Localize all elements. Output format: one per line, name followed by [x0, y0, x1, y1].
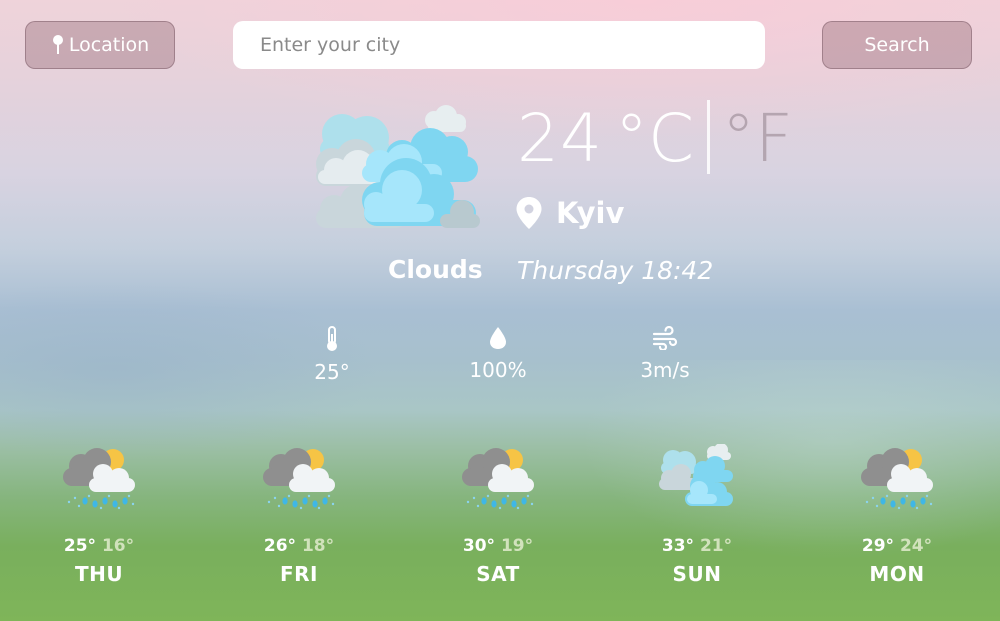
forecast-low: 16° [101, 536, 135, 556]
forecast-low: 24° [899, 536, 933, 556]
forecast-day-fri: 26° 18° FRI [244, 444, 354, 586]
search-button[interactable]: Search [822, 21, 972, 69]
forecast-temps: 33° 21° [642, 536, 752, 556]
forecast-high: 30° [462, 536, 496, 556]
forecast-high: 33° [661, 536, 695, 556]
weather-condition: Clouds [388, 255, 483, 284]
wind-value: 3m/s [640, 358, 690, 382]
unit-divider [707, 100, 710, 174]
current-datetime: Thursday 18:42 [517, 256, 714, 285]
forecast-temps: 25° 16° [44, 536, 154, 556]
forecast-low: 18° [301, 536, 335, 556]
forecast-high: 26° [263, 536, 297, 556]
location-button[interactable]: Location [25, 21, 175, 69]
forecast-day-name: MON [869, 562, 925, 586]
wind-icon [652, 326, 678, 350]
current-temperature: 24 [517, 100, 603, 177]
forecast-day-thu: 25° 16° THU [44, 444, 154, 586]
thermometer-icon [327, 326, 337, 351]
fahrenheit-toggle[interactable]: °F [722, 100, 793, 177]
celsius-toggle[interactable]: °C [615, 100, 694, 177]
forecast-temps: 30° 19° [443, 536, 553, 556]
feels-like-value: 25° [314, 360, 350, 384]
humidity-stat: 100% [443, 326, 553, 382]
forecast-day-sun: 33° 21° SUN [642, 444, 752, 586]
rain-cloud-sun-icon [462, 448, 534, 510]
wind-stat: 3m/s [610, 326, 720, 382]
forecast-day-mon: 29° 24° MON [842, 444, 952, 586]
forecast-high: 29° [861, 536, 895, 556]
pushpin-icon [52, 35, 63, 54]
humidity-value: 100% [469, 358, 527, 382]
forecast-day-name: SUN [672, 562, 722, 586]
rain-cloud-sun-icon [263, 448, 335, 510]
forecast-high: 25° [63, 536, 97, 556]
location-button-label: Location [68, 34, 150, 56]
forecast-temps: 29° 24° [842, 536, 952, 556]
forecast-low: 19° [500, 536, 534, 556]
feels-like-stat: 25° [277, 326, 387, 384]
forecast-day-name: THU [74, 562, 124, 586]
forecast-day-name: FRI [279, 562, 318, 586]
city-name: Kyiv [556, 196, 625, 230]
water-drop-icon [490, 327, 506, 349]
forecast-temps: 26° 18° [244, 536, 354, 556]
forecast-day-name: SAT [476, 562, 520, 586]
map-pin-icon [516, 197, 542, 229]
clouds-icon [659, 444, 733, 506]
rain-cloud-sun-icon [63, 448, 135, 510]
city-search-input[interactable] [233, 21, 765, 69]
forecast-day-sat: 30° 19° SAT [443, 444, 553, 586]
forecast-low: 21° [699, 536, 733, 556]
clouds-icon [316, 105, 480, 228]
rain-cloud-sun-icon [861, 448, 933, 510]
